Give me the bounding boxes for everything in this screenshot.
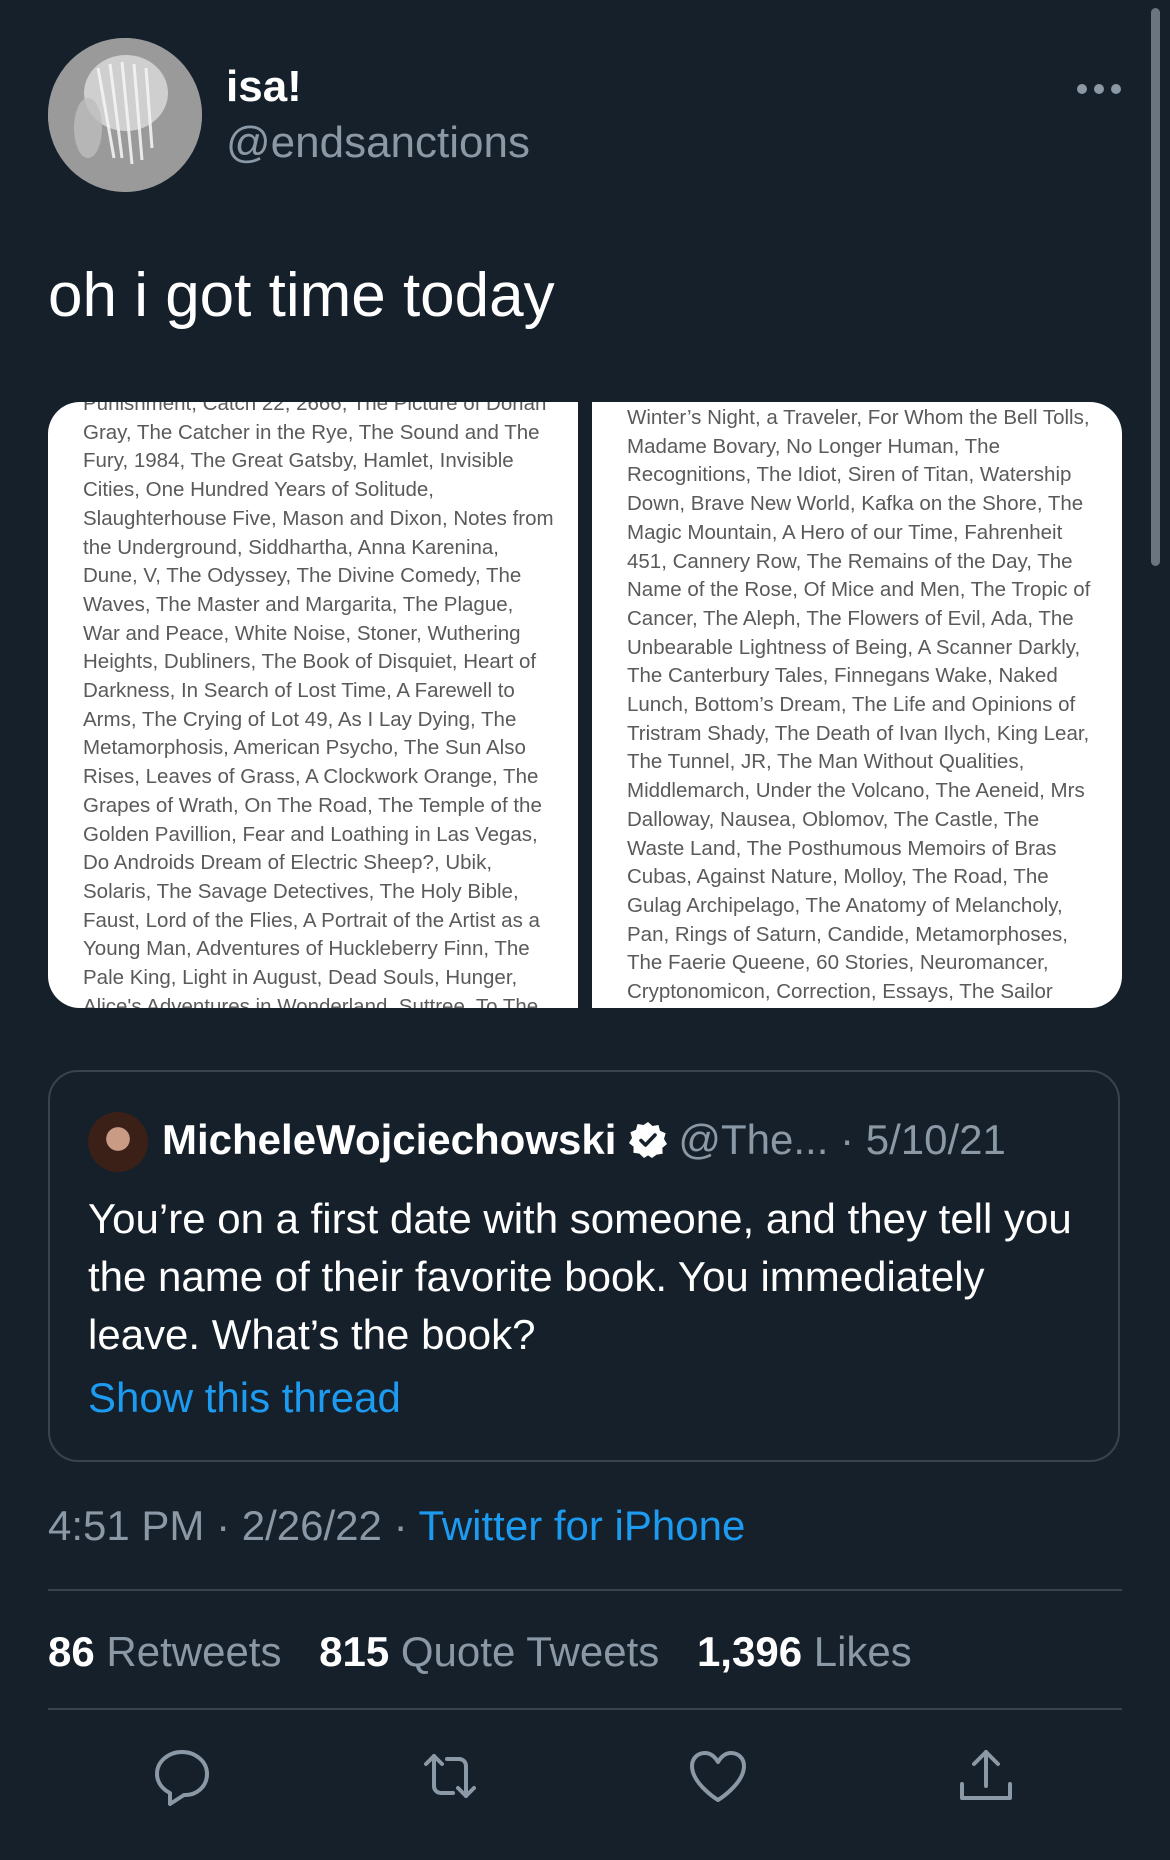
media-image-2[interactable]: Winter’s Night, a Traveler, For Whom the… <box>592 402 1122 1008</box>
tweet-media: Punishment, Catch 22, 2666, The Picture … <box>48 402 1122 1008</box>
retweets-label: Retweets <box>106 1628 282 1675</box>
like-icon[interactable] <box>686 1744 750 1808</box>
verified-badge-icon <box>628 1120 668 1160</box>
tweet-stats: 86 Retweets 815 Quote Tweets 1,396 Likes <box>48 1628 938 1676</box>
tweet-text: oh i got time today <box>48 261 555 330</box>
separator: · <box>840 1116 855 1163</box>
tweet-source-link[interactable]: Twitter for iPhone <box>419 1502 746 1549</box>
separator: · <box>216 1502 231 1549</box>
tweet-header: isa! @endsanctions <box>48 38 1122 192</box>
image-text: Punishment, Catch 22, 2666, The Picture … <box>83 402 554 1008</box>
quotes-label: Quote Tweets <box>400 1628 660 1675</box>
separator: · <box>393 1502 408 1549</box>
tweet-time: 4:51 PM <box>48 1502 205 1549</box>
quotes-count: 815 <box>319 1628 390 1675</box>
quotes-stat[interactable]: 815 Quote Tweets <box>319 1628 685 1675</box>
show-thread-link[interactable]: Show this thread <box>88 1374 401 1422</box>
quoted-avatar <box>88 1112 148 1172</box>
share-icon[interactable] <box>954 1744 1018 1808</box>
quoted-name: MicheleWojciechowski <box>162 1116 617 1163</box>
retweets-count: 86 <box>48 1628 95 1675</box>
display-name[interactable]: isa! <box>226 62 302 112</box>
quoted-text: You’re on a first date with someone, and… <box>88 1195 1072 1358</box>
likes-label: Likes <box>813 1628 912 1675</box>
quoted-tweet[interactable]: MicheleWojciechowski @The... · 5/10/21 Yo… <box>48 1070 1120 1462</box>
user-handle[interactable]: @endsanctions <box>226 118 530 168</box>
action-bar <box>0 1744 1170 1824</box>
divider <box>48 1589 1122 1591</box>
tweet-timestamp: 4:51 PM · 2/26/22 · Twitter for iPhone <box>48 1502 745 1550</box>
avatar[interactable] <box>48 38 202 192</box>
retweet-icon[interactable] <box>418 1744 482 1808</box>
retweets-stat[interactable]: 86 Retweets <box>48 1628 307 1675</box>
divider <box>48 1708 1122 1710</box>
scrollbar[interactable] <box>1151 8 1160 566</box>
reply-icon[interactable] <box>152 1744 216 1808</box>
tweet-date: 2/26/22 <box>241 1502 382 1549</box>
quoted-date: 5/10/21 <box>865 1116 1006 1163</box>
image-text: Winter’s Night, a Traveler, For Whom the… <box>627 406 1091 1004</box>
quoted-handle: @The... <box>678 1116 829 1163</box>
quoted-header: MicheleWojciechowski @The... · 5/10/21 <box>162 1116 1006 1164</box>
likes-count: 1,396 <box>696 1628 803 1675</box>
media-image-1[interactable]: Punishment, Catch 22, 2666, The Picture … <box>48 402 578 1008</box>
likes-stat[interactable]: 1,396 Likes <box>697 1628 938 1675</box>
more-icon[interactable] <box>1076 82 1122 96</box>
